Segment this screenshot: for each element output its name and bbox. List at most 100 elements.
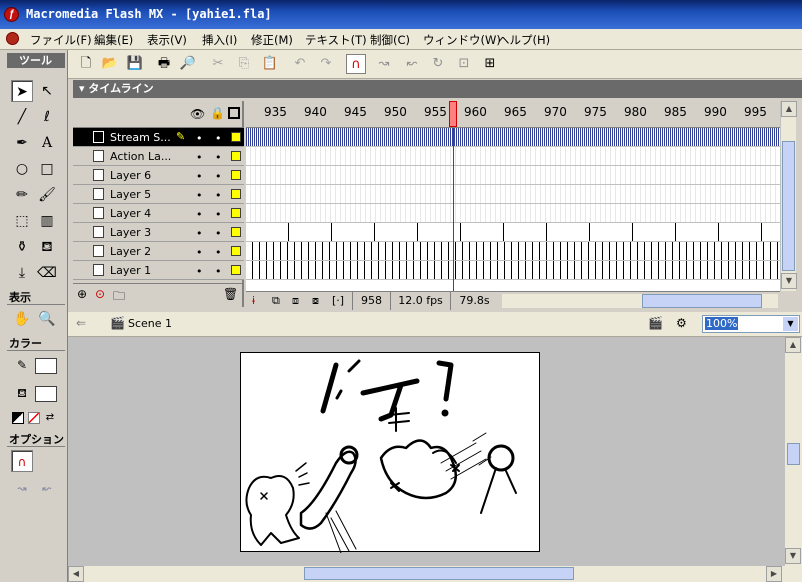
frame-grid[interactable]: 935 940 945 950 955 960 965 970 975 980 …	[246, 101, 780, 291]
menu-modify[interactable]: 修正(M)	[251, 32, 293, 48]
layer-row[interactable]: Layer 4 • •	[73, 204, 244, 223]
layer-color-swatch[interactable]	[231, 189, 241, 199]
frame-row[interactable]	[246, 223, 780, 242]
trash-icon[interactable]: 🗑	[223, 287, 238, 301]
edit-scene-icon[interactable]: 🎬	[648, 316, 663, 330]
edit-symbol-icon[interactable]: ⚙	[676, 316, 687, 330]
menu-help[interactable]: ヘルプ(H)	[498, 32, 550, 48]
save-icon[interactable]: 💾	[125, 54, 145, 74]
scroll-right-icon[interactable]: ▶	[766, 566, 782, 582]
layer-row[interactable]: Layer 3 • •	[73, 223, 244, 242]
add-layer-icon[interactable]: ⊕	[77, 287, 87, 301]
rectangle-tool-icon[interactable]: □	[36, 158, 58, 180]
default-colors-icon[interactable]	[12, 412, 24, 424]
fill-transform-tool-icon[interactable]: ▥	[36, 210, 58, 232]
eyedropper-tool-icon[interactable]: ⤓	[11, 262, 33, 284]
redo-icon[interactable]: ↷	[316, 54, 336, 74]
cut-icon[interactable]: ✂	[208, 54, 228, 74]
frame-row[interactable]	[246, 242, 780, 261]
chevron-down-icon[interactable]: ▼	[783, 317, 798, 331]
rotate-icon[interactable]: ↻	[428, 54, 448, 74]
scroll-up-icon[interactable]: ▲	[785, 337, 801, 353]
frame-row[interactable]	[246, 204, 780, 223]
pen-tool-icon[interactable]: ✒	[11, 132, 33, 154]
frame-row[interactable]	[246, 147, 780, 166]
lock-icon[interactable]: 🔒	[210, 106, 225, 120]
paint-bucket-tool-icon[interactable]: ⛾	[36, 236, 58, 258]
fill-color-icon[interactable]: ⛾	[11, 382, 33, 404]
onion-markers-icon[interactable]: [·]	[332, 294, 344, 307]
straighten-toolbar-icon[interactable]: ↜	[402, 54, 422, 74]
layer-row[interactable]: Stream S... ✎ • •	[73, 128, 244, 147]
layer-color-swatch[interactable]	[231, 132, 241, 142]
onion-skin-icon[interactable]: ⧉	[272, 294, 280, 308]
eraser-tool-icon[interactable]: ⌫	[36, 262, 58, 284]
layer-row[interactable]: Action La... • •	[73, 147, 244, 166]
subselect-tool-icon[interactable]: ↖	[36, 80, 58, 102]
copy-icon[interactable]: ⎘	[234, 54, 254, 74]
scroll-left-icon[interactable]: ◀	[68, 566, 84, 582]
text-tool-icon[interactable]: A	[36, 132, 58, 154]
scroll-down-icon[interactable]: ▼	[781, 273, 797, 289]
new-file-icon[interactable]: 🗋	[76, 54, 96, 74]
zoom-tool-icon[interactable]: 🔍	[36, 308, 58, 330]
menu-file[interactable]: ファイル(F)	[30, 32, 92, 48]
add-guide-layer-icon[interactable]: ⊙	[95, 287, 105, 301]
layer-color-swatch[interactable]	[231, 151, 241, 161]
align-icon[interactable]: ⊞	[480, 54, 500, 74]
timeline-header[interactable]: ▾ タイムライン	[73, 80, 802, 98]
oval-tool-icon[interactable]: ○	[11, 158, 33, 180]
hscroll-thumb[interactable]	[642, 294, 762, 308]
snap-magnet-icon[interactable]: ∩	[346, 54, 366, 74]
layer-color-swatch[interactable]	[231, 170, 241, 180]
magnet-snap-icon[interactable]: ∩	[11, 450, 33, 472]
hscroll-thumb[interactable]	[304, 567, 574, 580]
layer-color-swatch[interactable]	[231, 208, 241, 218]
scene-name[interactable]: Scene 1	[128, 317, 172, 330]
back-arrow-icon[interactable]: ⇐	[76, 316, 86, 330]
frame-ruler[interactable]: 935 940 945 950 955 960 965 970 975 980 …	[246, 101, 780, 128]
outline-icon[interactable]	[228, 107, 240, 119]
center-frame-icon[interactable]: ɨ	[252, 294, 255, 307]
add-folder-icon[interactable]: 🗀	[113, 287, 125, 308]
pencil-tool-icon[interactable]: ✏	[11, 184, 33, 206]
menu-edit[interactable]: 編集(E)	[94, 32, 133, 48]
line-tool-icon[interactable]: ╱	[11, 106, 33, 128]
scroll-up-icon[interactable]: ▲	[781, 101, 797, 117]
onion-outline-icon[interactable]: ⧈	[292, 294, 299, 308]
ink-bottle-tool-icon[interactable]: ⚱	[11, 236, 33, 258]
print-icon[interactable]: 🖶	[154, 54, 174, 74]
layer-color-swatch[interactable]	[231, 246, 241, 256]
paste-icon[interactable]: 📋	[260, 54, 280, 74]
menu-control[interactable]: 制御(C)	[370, 32, 410, 48]
arrow-tool-icon[interactable]: ➤	[11, 80, 33, 102]
scroll-thumb[interactable]	[782, 141, 795, 271]
frame-row[interactable]	[246, 185, 780, 204]
timeline-vscroll[interactable]: ▲ ▼	[780, 101, 797, 291]
stage-hscroll[interactable]: ◀ ▶	[68, 566, 802, 582]
timeline-hscroll[interactable]	[502, 294, 778, 308]
scroll-thumb[interactable]	[787, 443, 800, 465]
layer-row[interactable]: Layer 2 • •	[73, 242, 244, 261]
edit-multiple-icon[interactable]: ⧇	[312, 294, 319, 308]
straighten-icon[interactable]: ↜	[36, 478, 58, 500]
free-transform-tool-icon[interactable]: ⬚	[11, 210, 33, 232]
layer-row[interactable]: Layer 5 • •	[73, 185, 244, 204]
document-icon[interactable]	[6, 32, 19, 45]
frame-row[interactable]	[246, 261, 780, 280]
playhead[interactable]	[449, 101, 457, 127]
stroke-color-swatch[interactable]	[35, 358, 57, 374]
print-preview-icon[interactable]: 🔎	[178, 54, 198, 74]
scale-icon[interactable]: ⊡	[454, 54, 474, 74]
smooth-icon[interactable]: ↝	[11, 478, 33, 500]
no-color-icon[interactable]	[28, 412, 40, 424]
stage-canvas[interactable]	[240, 352, 540, 554]
hand-tool-icon[interactable]: ✋	[11, 308, 33, 330]
stage-vscroll[interactable]: ▲ ▼	[784, 337, 802, 566]
menu-view[interactable]: 表示(V)	[147, 32, 187, 48]
layer-row[interactable]: Layer 1 • •	[73, 261, 244, 280]
brush-tool-icon[interactable]: 🖌	[36, 184, 58, 206]
open-folder-icon[interactable]: 📂	[100, 54, 120, 74]
swap-colors-icon[interactable]: ⇄	[44, 412, 56, 424]
menu-insert[interactable]: 挿入(I)	[202, 32, 237, 48]
